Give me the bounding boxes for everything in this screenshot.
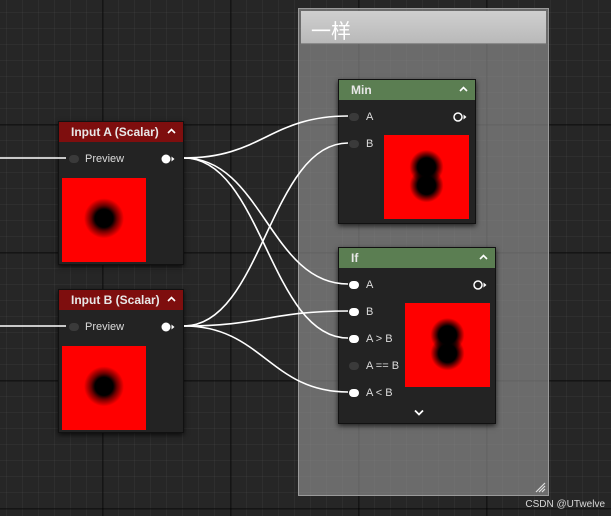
wire-a-to-min-a [183, 115, 349, 159]
connection-wires [0, 115, 349, 393]
watermark: CSDN @UTwelve [525, 499, 605, 510]
wire-a-to-if-a [183, 157, 349, 285]
wire-b-to-if-less [183, 325, 349, 393]
wire-b-to-min-b [183, 142, 349, 327]
